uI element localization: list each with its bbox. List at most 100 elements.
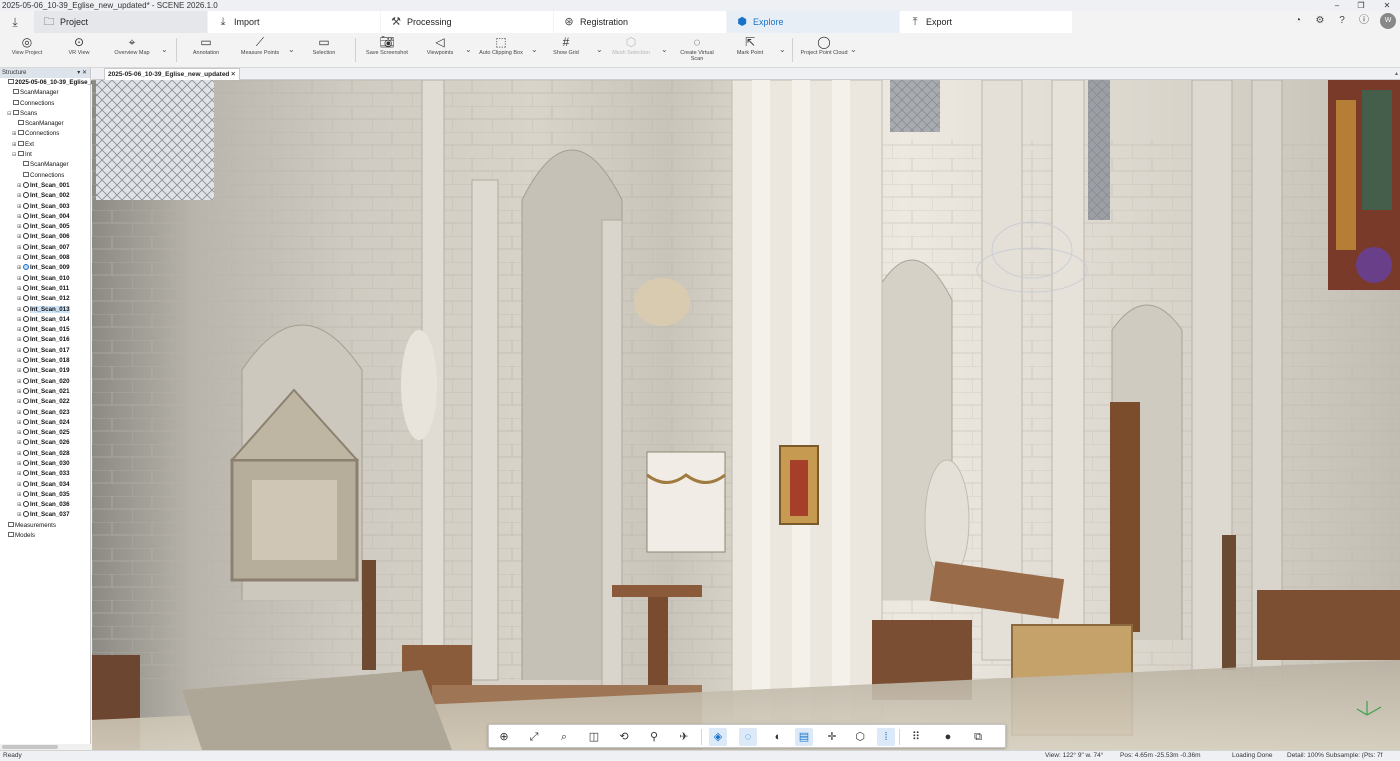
expand-toggle-icon[interactable]: ⊞	[17, 510, 23, 520]
scan-tree-item[interactable]: ⊞ Int_Scan_037	[0, 510, 90, 520]
expand-toggle-icon[interactable]: ⊞	[17, 490, 23, 500]
expand-toggle-icon[interactable]: ⊞	[17, 284, 23, 294]
expand-toggle-icon[interactable]: ⊞	[17, 263, 23, 273]
expand-toggle-icon[interactable]: ⊞	[17, 438, 23, 448]
scan-tree-item[interactable]: ⊞ Int_Scan_003	[0, 202, 90, 212]
point-cloud-viewport[interactable]	[92, 80, 1400, 750]
scan-tree-item[interactable]: ⊞ Int_Scan_001	[0, 181, 90, 191]
expand-toggle-icon[interactable]: ⊞	[17, 469, 23, 479]
scan-tree-item[interactable]: ⊞ Int_Scan_034	[0, 480, 90, 490]
scan-tree-item[interactable]: ⊞ Int_Scan_007	[0, 243, 90, 253]
scan-tree-item[interactable]: ⊞ Int_Scan_028	[0, 449, 90, 459]
scan-tree-item[interactable]: ⊞ Int_Scan_013	[0, 305, 90, 315]
rotate-view-icon[interactable]: ⟲	[615, 728, 633, 746]
gear-icon[interactable]: ⚙	[1312, 13, 1328, 29]
tree-item[interactable]: ScanManager	[0, 160, 90, 170]
expand-toggle-icon[interactable]: ⊞	[17, 232, 23, 242]
minimize-button[interactable]: –	[1328, 0, 1346, 11]
expand-toggle-icon[interactable]: ⊞	[17, 346, 23, 356]
vr-view-button[interactable]: ⊙ VR View	[60, 35, 98, 67]
shapes-icon[interactable]: ⧉	[969, 728, 987, 746]
tree-item[interactable]: ScanManager	[0, 88, 90, 98]
scan-tree-item[interactable]: ⊞ Int_Scan_004	[0, 212, 90, 222]
chevron-down-icon[interactable]: ⌄	[465, 45, 472, 54]
expand-toggle-icon[interactable]: ⊞	[17, 325, 23, 335]
tree-item[interactable]: ⊞ Connections	[0, 129, 90, 139]
tab-import[interactable]: ⤓ Import	[208, 11, 380, 33]
scan-tree-item[interactable]: ⊞ Int_Scan_035	[0, 490, 90, 500]
download-icon[interactable]: ⤓	[4, 13, 26, 31]
annotation-button[interactable]: ▭ Annotation	[184, 35, 228, 67]
scan-tree-item[interactable]: ⊞ Int_Scan_011	[0, 284, 90, 294]
measure-points-button[interactable]: ⟋ Measure Points	[236, 35, 284, 67]
scan-tree-item[interactable]: ⊞ Int_Scan_024	[0, 418, 90, 428]
show-grid-button[interactable]: # Show Grid	[548, 35, 584, 67]
scan-tree-item[interactable]: ⊞ Int_Scan_016	[0, 335, 90, 345]
chevron-down-icon[interactable]: ⌄	[596, 45, 603, 54]
color-mode-icon[interactable]: ●	[939, 728, 957, 746]
scan-tree-item[interactable]: ⊞ Int_Scan_008	[0, 253, 90, 263]
expand-toggle-icon[interactable]: ⊞	[17, 500, 23, 510]
auto-clipping-box-button[interactable]: ⬚ Auto Clipping Box	[474, 35, 528, 67]
scan-tree-item[interactable]: ⊞ Int_Scan_009	[0, 263, 90, 273]
scan-tree-item[interactable]: ⊞ Int_Scan_020	[0, 377, 90, 387]
tab-processing[interactable]: ⚒ Processing	[381, 11, 553, 33]
crosshair-icon[interactable]: ✛	[823, 728, 841, 746]
expand-toggle-icon[interactable]: ⊞	[17, 449, 23, 459]
expand-toggle-icon[interactable]: ⊞	[17, 387, 23, 397]
expand-toggle-icon[interactable]: ⊞	[17, 222, 23, 232]
sync-icon[interactable]: ◔	[1290, 13, 1306, 29]
tab-project[interactable]: 🗀 Project	[34, 11, 207, 33]
chevron-down-icon[interactable]: ⌄	[161, 45, 168, 54]
tree-item[interactable]: Models	[0, 531, 90, 541]
navigation-mode-icon[interactable]: ⊕	[495, 728, 513, 746]
scan-tree-item[interactable]: ⊞ Int_Scan_030	[0, 459, 90, 469]
expand-toggle-icon[interactable]: ⊞	[17, 294, 23, 304]
expand-toggle-icon[interactable]: ⊞	[17, 181, 23, 191]
zoom-icon[interactable]: ⌕	[555, 728, 573, 746]
scan-tree-item[interactable]: ⊞ Int_Scan_010	[0, 274, 90, 284]
view-project-button[interactable]: ◎ View Project	[6, 35, 48, 67]
scan-tree-item[interactable]: ⊞ Int_Scan_019	[0, 366, 90, 376]
scan-tree-item[interactable]: ⊞ Int_Scan_006	[0, 232, 90, 242]
chevron-down-icon[interactable]: ⌄	[661, 45, 668, 54]
scan-tree-item[interactable]: ⊞ Int_Scan_017	[0, 346, 90, 356]
scan-tree-item[interactable]: ⊞ Int_Scan_002	[0, 191, 90, 201]
tree-item[interactable]: Connections	[0, 99, 90, 109]
maximize-button[interactable]: ❐	[1352, 0, 1370, 11]
point-density-icon[interactable]: ⁞	[877, 728, 895, 746]
expand-toggle-icon[interactable]: ⊞	[17, 191, 23, 201]
expand-toggle-icon[interactable]: ⊞	[17, 459, 23, 469]
orbit-icon[interactable]: ◌	[739, 728, 757, 746]
avatar[interactable]: W	[1380, 13, 1396, 29]
info-icon[interactable]: ⓘ	[1356, 13, 1372, 29]
split-view-icon[interactable]: ◐	[769, 728, 787, 746]
tree-item[interactable]: ⊞ Ext	[0, 140, 90, 150]
scan-tree-item[interactable]: ⊞ Int_Scan_022	[0, 397, 90, 407]
chevron-down-icon[interactable]: ⌄	[850, 45, 857, 54]
scan-tree-item[interactable]: ⊞ Int_Scan_025	[0, 428, 90, 438]
expand-toggle-icon[interactable]: ⊞	[17, 274, 23, 284]
close-window-button[interactable]: ✕	[1378, 0, 1396, 11]
selection-button[interactable]: ▭ Selection	[304, 35, 344, 67]
help-icon[interactable]: ?	[1334, 13, 1350, 29]
chevron-down-icon[interactable]: ⌄	[531, 45, 538, 54]
document-tab[interactable]: 2025-05-06_10-39_Eglise_new_updated ✕	[104, 68, 240, 80]
walk-mode-icon[interactable]: ⚲	[645, 728, 663, 746]
save-screenshot-button[interactable]: 📷︎ Save Screenshot	[362, 35, 412, 67]
scan-tree-item[interactable]: ⊞ Int_Scan_023	[0, 408, 90, 418]
chevron-down-icon[interactable]: ⌄	[288, 45, 295, 54]
tree-item[interactable]: ScanManager	[0, 119, 90, 129]
scan-tree-item[interactable]: ⊞ Int_Scan_014	[0, 315, 90, 325]
expand-toggle-icon[interactable]: ⊞	[17, 377, 23, 387]
expand-toggle-icon[interactable]: ⊞	[17, 243, 23, 253]
tab-registration[interactable]: ⊛ Registration	[554, 11, 726, 33]
close-icon[interactable]: ✕	[231, 69, 236, 80]
tree-item[interactable]: ⊟ Int	[0, 150, 90, 160]
tree-item[interactable]: Connections	[0, 171, 90, 181]
mark-point-button[interactable]: ⇱ Mark Point	[732, 35, 768, 67]
layer-icon[interactable]: ▤	[795, 728, 813, 746]
expand-toggle-icon[interactable]: ⊞	[17, 356, 23, 366]
overview-map-button[interactable]: ⌖ Overview Map	[108, 35, 156, 67]
box-icon[interactable]: ⬡	[851, 728, 869, 746]
